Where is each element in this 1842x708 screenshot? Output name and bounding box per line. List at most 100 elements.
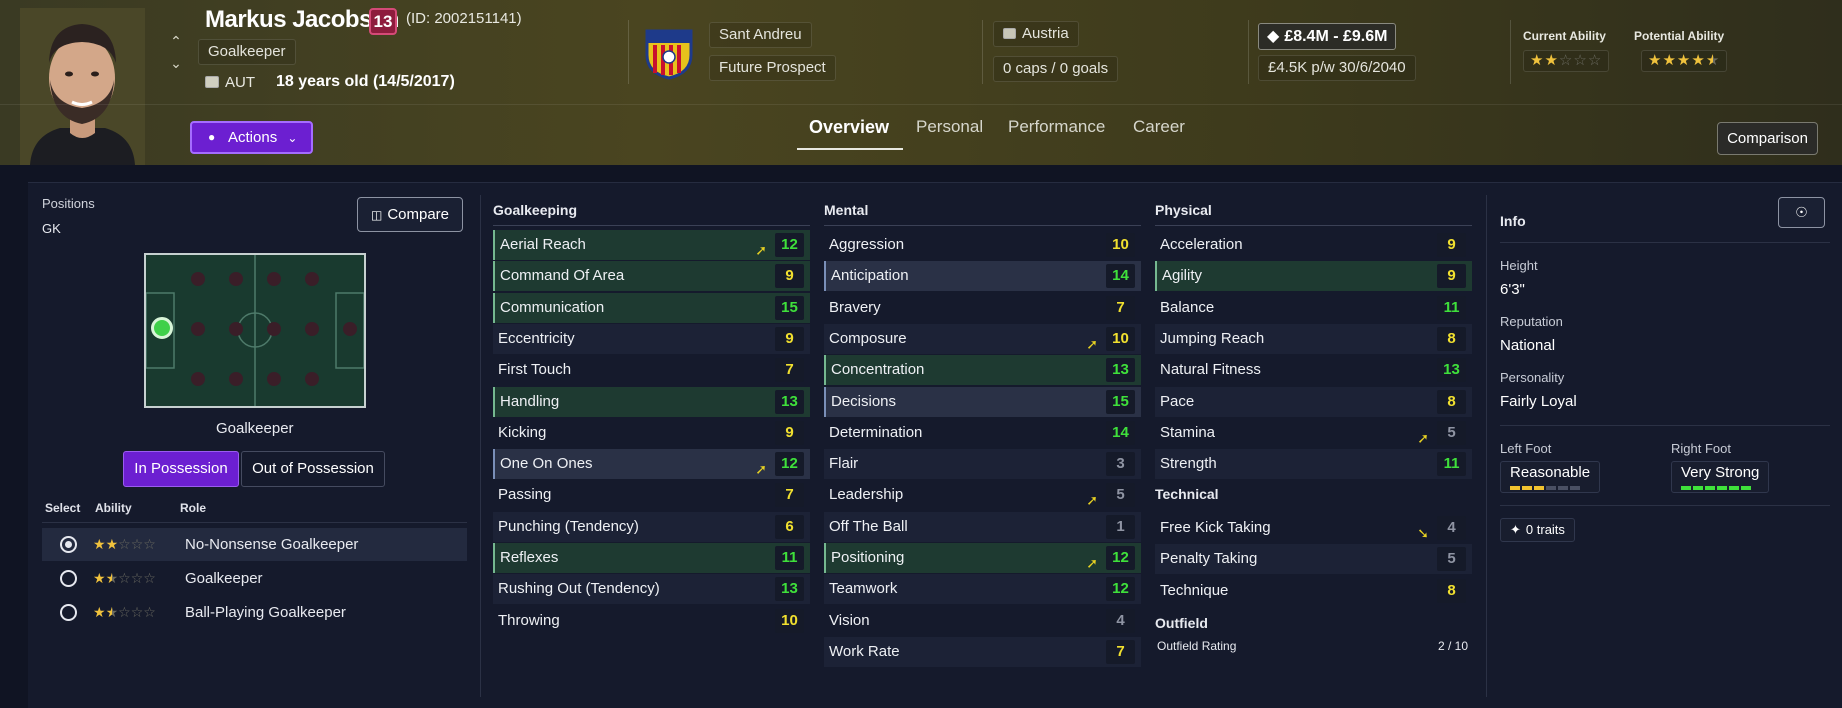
attribute-row[interactable]: Anticipation 14 <box>824 261 1141 292</box>
compare-button[interactable]: ◫ Compare <box>357 197 463 232</box>
attribute-value: 11 <box>1437 295 1466 320</box>
attribute-value: 4 <box>1437 516 1466 540</box>
personality-label: Personality <box>1500 370 1565 385</box>
attribute-name: Natural Fitness <box>1160 361 1261 379</box>
attribute-value: 15 <box>775 295 804 320</box>
reputation-value: National <box>1500 337 1556 354</box>
position-dot[interactable] <box>191 322 205 336</box>
attribute-row[interactable]: Natural Fitness 13 <box>1155 355 1472 385</box>
attribute-row[interactable]: Kicking 9 <box>493 418 810 448</box>
column-divider <box>480 195 481 697</box>
attribute-row[interactable]: Punching (Tendency) 6 <box>493 511 810 542</box>
role-row[interactable]: ★★☆☆☆ Ball-Playing Goalkeeper <box>42 596 467 629</box>
attribute-row[interactable]: Acceleration 9 <box>1155 230 1472 260</box>
attribute-row[interactable]: Aggression 10 <box>824 230 1141 260</box>
position-dot[interactable] <box>191 372 205 386</box>
position-dot[interactable] <box>229 322 243 336</box>
select-column-header: Select <box>45 501 81 515</box>
attribute-row[interactable]: Pace 8 <box>1155 386 1472 417</box>
attribute-row[interactable]: Concentration 13 <box>824 355 1141 386</box>
tab-performance[interactable]: Performance <box>1008 117 1105 137</box>
attribute-row[interactable]: Stamina ➚ 5 <box>1155 418 1472 448</box>
club-chip[interactable]: Sant Andreu <box>709 22 812 48</box>
comparison-button[interactable]: Comparison <box>1717 122 1818 155</box>
attribute-row[interactable]: Handling 13 <box>493 386 810 417</box>
club-crest-icon[interactable] <box>643 25 695 80</box>
attribute-name: Work Rate <box>829 642 900 660</box>
position-dot[interactable] <box>191 272 205 286</box>
nationality: AUT <box>205 74 255 91</box>
attribute-row[interactable]: Penalty Taking 5 <box>1155 544 1472 575</box>
position-dot[interactable] <box>343 322 357 336</box>
role-name: No-Nonsense Goalkeeper <box>185 536 359 553</box>
attribute-name: Bravery <box>829 298 881 316</box>
chevron-up-icon[interactable]: ⌃ <box>166 30 186 52</box>
flag-icon <box>205 76 219 88</box>
chevron-down-icon[interactable]: ⌄ <box>166 52 186 74</box>
actions-button[interactable]: ● Actions ⌄ <box>190 121 313 154</box>
attribute-row[interactable]: Strength 11 <box>1155 449 1472 480</box>
attribute-row[interactable]: Positioning ➚ 12 <box>824 543 1141 573</box>
role-radio[interactable] <box>60 536 77 553</box>
attribute-row[interactable]: Communication 15 <box>493 292 810 323</box>
position-dot[interactable] <box>267 372 281 386</box>
attribute-name: Reflexes <box>500 549 559 566</box>
attribute-row[interactable]: Rushing Out (Tendency) 13 <box>493 574 810 605</box>
attribute-row[interactable]: Bravery 7 <box>824 293 1141 323</box>
attribute-row[interactable]: Command Of Area 9 <box>493 261 810 292</box>
attribute-name: Acceleration <box>1160 236 1243 253</box>
position-dot[interactable] <box>229 372 243 386</box>
attribute-row[interactable]: Agility 9 <box>1155 261 1472 292</box>
attribute-row[interactable]: Off The Ball 1 <box>824 511 1141 542</box>
out-of-possession-toggle[interactable]: Out of Possession <box>241 451 385 487</box>
attribute-row[interactable]: First Touch 7 <box>493 355 810 385</box>
attribute-row[interactable]: Reflexes 11 <box>493 543 810 573</box>
attribute-row[interactable]: One On Ones ➚ 12 <box>493 449 810 480</box>
tab-personal[interactable]: Personal <box>916 117 983 137</box>
attribute-value: 8 <box>1437 389 1466 414</box>
outfield-rating-value: 2 / 10 <box>1438 639 1469 653</box>
role-radio[interactable] <box>60 570 77 587</box>
attribute-row[interactable]: Leadership ➚ 5 <box>824 480 1141 510</box>
attribute-row[interactable]: Composure ➚ 10 <box>824 323 1141 354</box>
attribute-row[interactable]: Free Kick Taking ➘ 4 <box>1155 513 1472 543</box>
compare-icon: ◫ <box>370 208 383 222</box>
in-possession-toggle[interactable]: In Possession <box>123 451 239 487</box>
player-nav-arrows[interactable]: ⌃ ⌄ <box>166 30 186 74</box>
sparkle-icon: ✦ <box>1510 522 1521 537</box>
traits-chip[interactable]: ✦ 0 traits <box>1500 518 1575 542</box>
role-row[interactable]: ★★☆☆☆ No-Nonsense Goalkeeper <box>42 528 467 561</box>
attribute-name: Decisions <box>831 392 897 410</box>
position-dot[interactable] <box>305 322 319 336</box>
pitch-caption: Goalkeeper <box>216 420 294 437</box>
attribute-row[interactable]: Work Rate 7 <box>824 636 1141 667</box>
position-dot[interactable] <box>305 372 319 386</box>
position-dot[interactable] <box>305 272 319 286</box>
attribute-row[interactable]: Aerial Reach ➚ 12 <box>493 230 810 260</box>
attribute-row[interactable]: Jumping Reach 8 <box>1155 323 1472 354</box>
attribute-row[interactable]: Vision 4 <box>824 606 1141 636</box>
position-dot[interactable] <box>229 272 243 286</box>
attribute-row[interactable]: Technique 8 <box>1155 576 1472 606</box>
attribute-row[interactable]: Determination 14 <box>824 418 1141 448</box>
attribute-row[interactable]: Teamwork 12 <box>824 574 1141 605</box>
role-radio[interactable] <box>60 604 77 621</box>
attribute-row[interactable]: Flair 3 <box>824 449 1141 480</box>
tab-underline <box>797 148 903 150</box>
position-dot[interactable] <box>267 272 281 286</box>
role-row[interactable]: ★★☆☆☆ Goalkeeper <box>42 562 467 595</box>
current-ability-stars: ★★☆☆☆ <box>1523 50 1610 72</box>
settings-icon[interactable]: ☉ <box>1778 197 1825 228</box>
tab-overview[interactable]: Overview <box>809 117 889 138</box>
attribute-row[interactable]: Passing 7 <box>493 480 810 510</box>
role-ability-stars: ★★☆☆☆ <box>93 570 156 586</box>
attribute-row[interactable]: Eccentricity 9 <box>493 323 810 354</box>
country-chip[interactable]: Austria <box>993 21 1079 47</box>
attribute-row[interactable]: Decisions 15 <box>824 386 1141 417</box>
divider <box>1500 425 1830 426</box>
position-dot[interactable] <box>267 322 281 336</box>
goalkeeper-position-dot[interactable] <box>151 317 173 339</box>
attribute-row[interactable]: Balance 11 <box>1155 293 1472 323</box>
attribute-row[interactable]: Throwing 10 <box>493 606 810 636</box>
tab-career[interactable]: Career <box>1133 117 1185 137</box>
